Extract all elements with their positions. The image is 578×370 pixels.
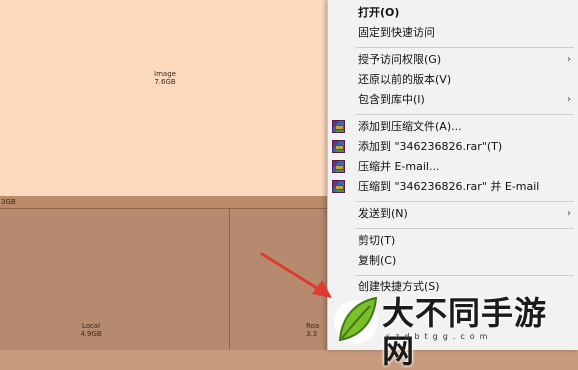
watermark-url: szdbtgg.com — [386, 332, 493, 341]
submenu-arrow-icon: › — [567, 54, 571, 65]
menu-separator — [356, 201, 574, 202]
menu-item-cut[interactable]: 剪切(T) — [328, 231, 578, 251]
menu-item-cut-label: 剪切(T) — [358, 234, 396, 247]
menu-item-restore-label: 还原以前的版本(V) — [358, 73, 452, 86]
tile-strip-size: 3GB — [1, 198, 16, 206]
submenu-arrow-icon: › — [567, 94, 571, 105]
treemap-tile-strip[interactable]: 3GB — [0, 197, 328, 209]
menu-item-include-label: 包含到库中(I) — [358, 93, 425, 106]
menu-item-restore-versions[interactable]: 还原以前的版本(V) — [328, 70, 578, 90]
menu-separator — [356, 228, 574, 229]
menu-item-copy[interactable]: 复制(C) — [328, 251, 578, 271]
menu-separator — [356, 47, 574, 48]
menu-item-add-to-archive[interactable]: 添加到压缩文件(A)... — [328, 117, 578, 137]
menu-item-open-label: 打开(O) — [358, 6, 400, 19]
winrar-icon — [332, 180, 345, 193]
menu-separator — [356, 114, 574, 115]
menu-item-copy-label: 复制(C) — [358, 254, 397, 267]
menu-item-add-to-rar[interactable]: 添加到 "346236826.rar"(T) — [328, 137, 578, 157]
menu-item-compress-email[interactable]: 压缩并 E-mail... — [328, 157, 578, 177]
winrar-icon — [332, 120, 345, 133]
winrar-icon — [332, 140, 345, 153]
treemap-tile-local[interactable]: Local 4.9GB — [0, 209, 230, 350]
watermark: 大不同手游网 szdbtgg.com — [330, 290, 578, 370]
winrar-icon — [332, 160, 345, 173]
menu-item-include-library[interactable]: 包含到库中(I) › — [328, 90, 578, 110]
red-arrow-annotation — [260, 252, 332, 298]
menu-item-pin-quick-access[interactable]: 固定到快速访问 — [328, 23, 578, 43]
tile-local-size: 4.9GB — [80, 330, 102, 338]
menu-separator — [356, 275, 574, 276]
menu-item-send-to[interactable]: 发送到(N) › — [328, 204, 578, 224]
menu-item-grant-access[interactable]: 授予访问权限(G) › — [328, 50, 578, 70]
menu-item-grant-label: 授予访问权限(G) — [358, 53, 442, 66]
menu-item-pin-label: 固定到快速访问 — [358, 26, 435, 39]
tile-image-name: Image — [154, 70, 176, 78]
menu-item-open[interactable]: 打开(O) — [328, 3, 578, 23]
menu-item-compress-email-label: 压缩并 E-mail... — [358, 160, 440, 173]
menu-item-add-rar-label: 添加到 "346236826.rar"(T) — [358, 140, 503, 153]
menu-item-compress-rar-email[interactable]: 压缩到 "346236826.rar" 并 E-mail — [328, 177, 578, 197]
tile-image-size: 7.6GB — [154, 78, 176, 86]
leaf-logo-icon — [334, 296, 378, 344]
submenu-arrow-icon: › — [567, 208, 571, 219]
menu-item-send-to-label: 发送到(N) — [358, 207, 408, 220]
tile-local-name: Local — [81, 322, 101, 330]
treemap-tile-image[interactable]: Image 7.6GB — [0, 0, 328, 197]
menu-item-add-archive-label: 添加到压缩文件(A)... — [358, 120, 462, 133]
menu-item-compress-rar-email-label: 压缩到 "346236826.rar" 并 E-mail — [358, 180, 540, 193]
